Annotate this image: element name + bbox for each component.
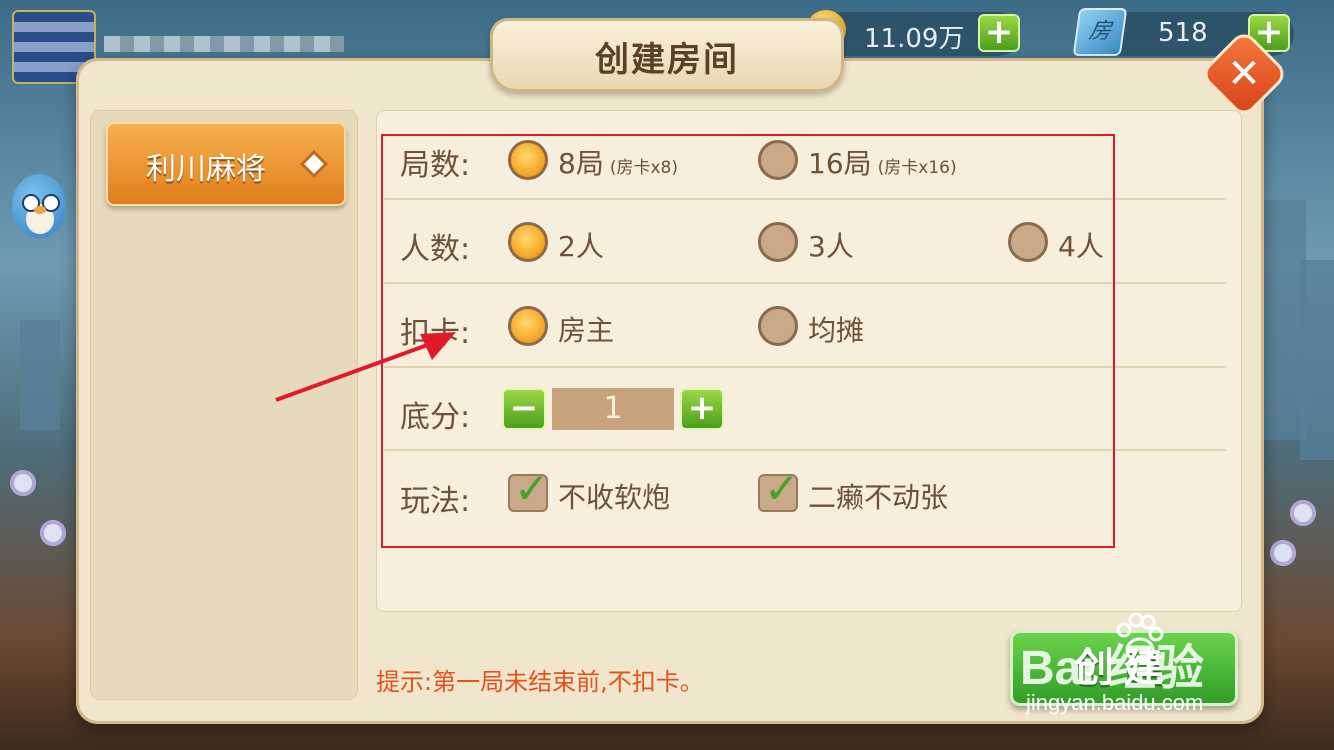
room-card-count: 518 — [1158, 18, 1208, 48]
background-flower — [1270, 540, 1296, 566]
hint-text: 提示:第一局未结束前,不扣卡。 — [376, 668, 704, 696]
background-building — [20, 320, 60, 430]
room-card-icon: 房 — [1072, 8, 1128, 56]
background-flower — [1290, 500, 1316, 526]
dialog-title-tab: 创建房间 — [490, 18, 844, 92]
annotation-arrow-icon — [275, 332, 456, 402]
highlight-box — [381, 134, 1115, 548]
player-name-blurred — [104, 36, 344, 52]
add-coins-button[interactable]: + — [978, 14, 1020, 52]
dialog-title: 创建房间 — [595, 40, 739, 80]
background-flower — [10, 470, 36, 496]
coin-count: 11.09万 — [864, 24, 965, 54]
background-building — [1300, 260, 1334, 460]
background-flower — [40, 520, 66, 546]
bird-mascot-icon — [4, 160, 74, 246]
watermark-url: jingyan.baidu.com — [1026, 690, 1204, 715]
close-icon[interactable]: ✕ — [1212, 42, 1276, 106]
baidu-paw-icon — [1116, 612, 1164, 663]
game-tab-label: 利川麻将 — [146, 152, 266, 187]
